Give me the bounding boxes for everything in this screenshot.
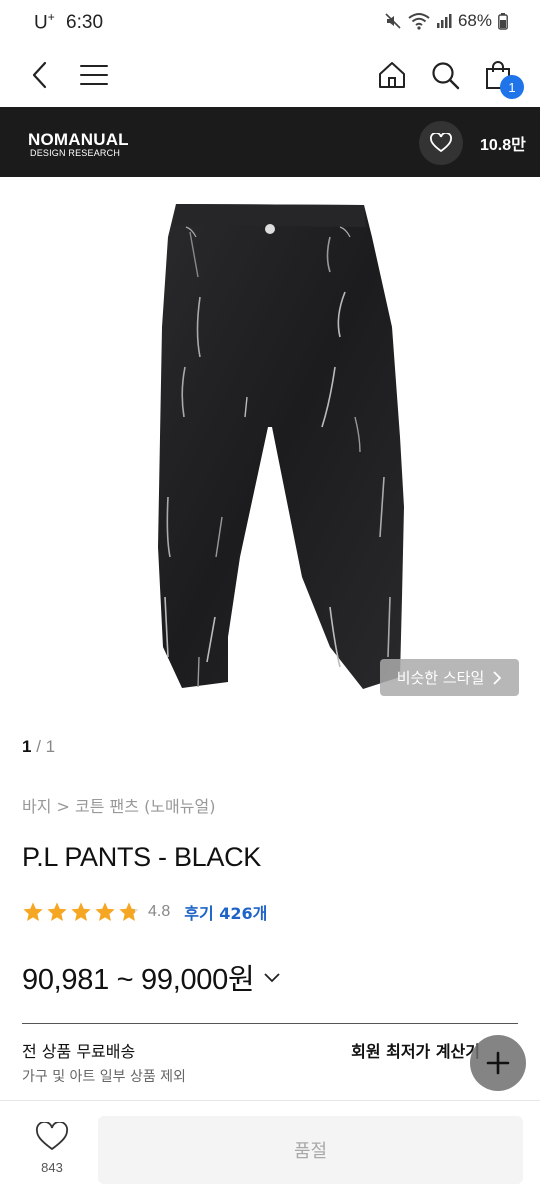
status-carrier: U+ 6:30	[34, 10, 104, 34]
search-icon[interactable]	[425, 55, 465, 95]
divider	[22, 1023, 518, 1024]
plus-icon	[486, 1051, 510, 1075]
star-icon	[47, 902, 67, 921]
shipping-subtitle: 가구 및 아트 일부 상품 제외	[22, 1069, 186, 1085]
product-image[interactable]	[0, 177, 540, 717]
top-nav-bar: 1	[0, 44, 540, 106]
status-time: 6:30	[66, 12, 104, 34]
battery-icon	[498, 12, 508, 30]
home-icon[interactable]	[372, 55, 412, 95]
star-icon	[23, 902, 43, 921]
rating-row[interactable]: 4.8 후기 426개	[22, 898, 267, 926]
brand-name: NOMANUAL	[28, 130, 129, 149]
brand-like-button[interactable]	[419, 121, 463, 165]
wishlist-count: 843	[41, 1160, 63, 1175]
signal-icon	[436, 14, 452, 28]
cart-badge: 1	[500, 75, 524, 99]
breadcrumb[interactable]: 바지 > 코튼 팬츠 (노매뉴얼)	[22, 793, 215, 817]
chevron-right-icon	[493, 670, 502, 685]
menu-icon[interactable]	[74, 55, 114, 95]
star-icon	[95, 902, 115, 921]
pager-total: / 1	[36, 737, 56, 756]
battery-percent: 68%	[457, 11, 492, 30]
member-price-calculator-label[interactable]: 회원 최저가 계산기	[351, 1038, 480, 1062]
star-icon	[119, 902, 139, 921]
price-row[interactable]: 90,981 ~ 99,000원	[22, 956, 282, 998]
rating-value: 4.8	[148, 903, 171, 920]
plus-button[interactable]	[470, 1035, 526, 1091]
price: 90,981 ~ 99,000원	[22, 964, 255, 996]
pants-illustration	[158, 204, 404, 689]
brand-subtitle: DESIGN RESEARCH	[30, 148, 121, 158]
bottom-separator	[0, 1100, 540, 1101]
shipping-title: 전 상품 무료배송	[22, 1042, 136, 1061]
similar-style-label: 비슷한 스타일	[396, 669, 485, 687]
product-title: P.L PANTS - BLACK	[22, 842, 261, 872]
soldout-button[interactable]: 품절	[98, 1116, 523, 1184]
chevron-down-icon[interactable]	[262, 970, 282, 984]
star-icon	[71, 902, 91, 921]
rating-stars	[22, 901, 140, 923]
review-link[interactable]: 후기 426개	[184, 900, 267, 924]
brand-likes-count: 10.8만	[480, 137, 526, 154]
image-pager: 1 / 1	[22, 737, 55, 757]
mute-icon	[385, 13, 401, 29]
wishlist-button[interactable]: 843	[22, 1120, 82, 1182]
heart-icon	[35, 1120, 69, 1151]
back-icon[interactable]	[20, 55, 60, 95]
status-icons: 68%	[384, 11, 508, 31]
status-bar: U+ 6:30 68%	[0, 0, 540, 44]
wifi-icon	[408, 13, 430, 30]
cart-icon[interactable]: 1	[478, 55, 524, 99]
similar-style-button[interactable]: 비슷한 스타일	[380, 659, 519, 696]
pager-current: 1	[22, 737, 32, 756]
heart-icon	[430, 133, 452, 153]
brand-logo[interactable]: NOMANUAL DESIGN RESEARCH	[28, 131, 129, 158]
